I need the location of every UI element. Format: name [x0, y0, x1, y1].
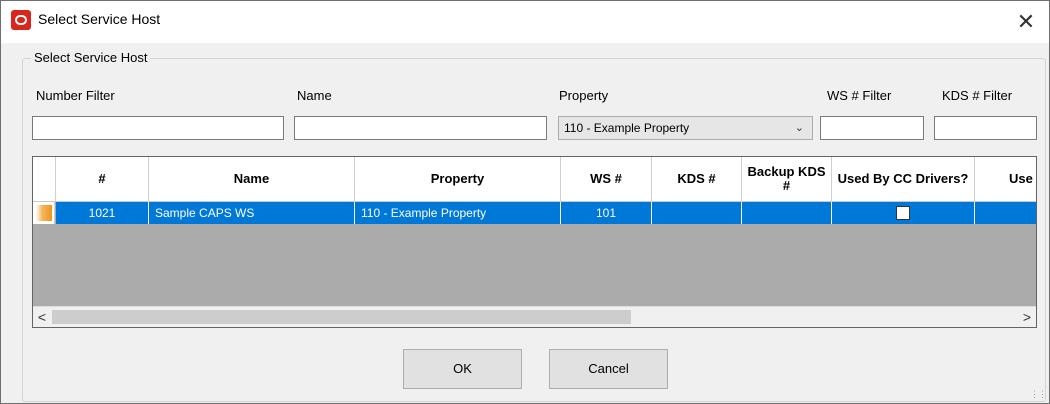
cell-ws[interactable]: 101	[561, 202, 652, 224]
header-row-selector	[33, 157, 56, 201]
column-header-number[interactable]: #	[56, 157, 149, 201]
column-header-property[interactable]: Property	[355, 157, 561, 201]
column-header-used-by-cc-drivers[interactable]: Used By CC Drivers?	[832, 157, 975, 201]
column-header-use-inter[interactable]: Use Inter	[975, 157, 1036, 201]
property-selected-value: 110 - Example Property	[564, 121, 690, 135]
cell-backup-kds[interactable]	[742, 202, 832, 224]
number-filter-input[interactable]	[32, 116, 284, 140]
window-title: Select Service Host	[38, 11, 161, 27]
column-header-name[interactable]: Name	[149, 157, 355, 201]
column-header-ws[interactable]: WS #	[561, 157, 652, 201]
column-header-backup-kds[interactable]: Backup KDS #	[742, 157, 832, 201]
property-filter-label: Property	[559, 88, 609, 103]
oracle-logo-icon	[11, 10, 31, 30]
scroll-right-arrow-icon[interactable]: >	[1018, 307, 1036, 327]
service-host-grid[interactable]: # Name Property WS # KDS # Backup KDS # …	[32, 156, 1037, 328]
row-selector[interactable]	[33, 202, 55, 224]
scroll-thumb[interactable]	[52, 310, 631, 324]
title-bar: Select Service Host ✕	[1, 1, 1049, 43]
name-filter-input[interactable]	[294, 116, 547, 140]
number-filter-label: Number Filter	[36, 88, 115, 103]
ws-filter-input[interactable]	[820, 116, 924, 140]
kds-filter-label: KDS # Filter	[942, 88, 1013, 103]
current-row-indicator-icon	[36, 205, 52, 221]
horizontal-scrollbar[interactable]: < >	[33, 306, 1036, 327]
cell-use-inter[interactable]	[975, 202, 1036, 224]
dialog-window: Select Service Host ✕ Select Service Hos…	[0, 0, 1050, 404]
chevron-down-icon: ⌄	[794, 122, 804, 134]
ok-button[interactable]: OK	[403, 349, 522, 389]
scroll-left-arrow-icon[interactable]: <	[33, 307, 51, 327]
resize-grip-icon[interactable]: ⋮⋮	[1030, 389, 1047, 400]
grid-header: # Name Property WS # KDS # Backup KDS # …	[33, 157, 1036, 202]
property-select[interactable]: 110 - Example Property ⌄	[558, 116, 813, 140]
name-filter-label: Name	[297, 88, 332, 103]
cell-number[interactable]: 1021	[56, 202, 149, 224]
column-header-kds[interactable]: KDS #	[652, 157, 742, 201]
table-row[interactable]: 1021 Sample CAPS WS 110 - Example Proper…	[33, 202, 1036, 224]
close-button[interactable]: ✕	[1003, 1, 1049, 43]
cancel-button[interactable]: Cancel	[549, 349, 668, 389]
used-by-cc-drivers-checkbox[interactable]	[896, 206, 910, 220]
group-legend: Select Service Host	[31, 50, 151, 65]
kds-filter-input[interactable]	[934, 116, 1037, 140]
cell-kds[interactable]	[652, 202, 742, 224]
ws-filter-label: WS # Filter	[827, 88, 892, 103]
cell-used-by-cc-drivers[interactable]	[832, 202, 975, 224]
cell-property[interactable]: 110 - Example Property	[355, 202, 561, 224]
cell-name[interactable]: Sample CAPS WS	[149, 202, 355, 224]
